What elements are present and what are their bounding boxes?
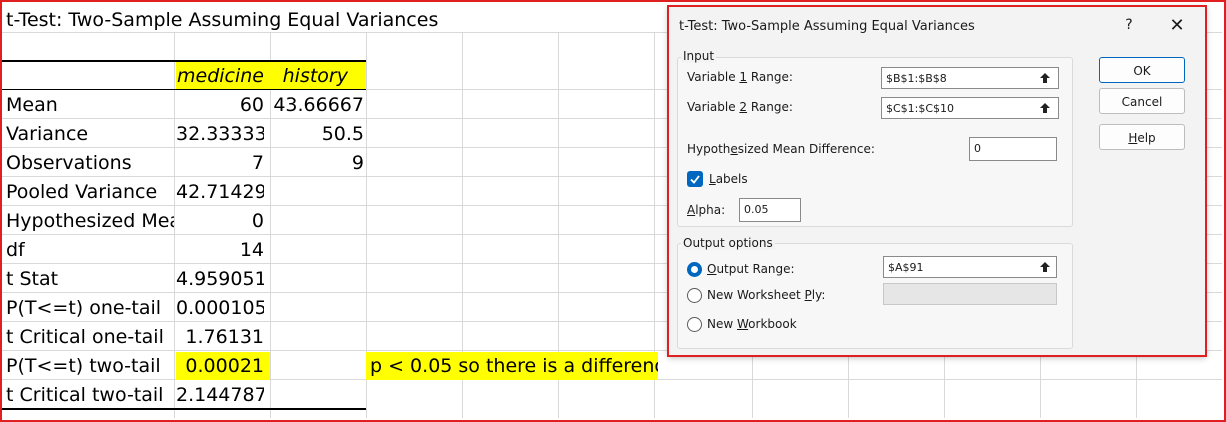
new-worksheet-input[interactable] <box>883 283 1057 305</box>
column-header-medicine[interactable]: medicine <box>176 62 264 90</box>
dialog-title: t-Test: Two-Sample Assuming Equal Varian… <box>679 19 975 34</box>
row-label-t-stat[interactable]: t Stat <box>6 265 174 293</box>
output-range-input[interactable]: $A$91 <box>883 256 1057 278</box>
new-workbook-radio[interactable] <box>687 317 702 332</box>
sheet-title[interactable]: t-Test: Two-Sample Assuming Equal Varian… <box>6 6 438 34</box>
output-range-label[interactable]: Output Range: <box>707 262 795 276</box>
table-bottom-border <box>2 408 366 410</box>
row-label-t-critical-one-tail[interactable]: t Critical one-tail <box>6 323 174 351</box>
ok-button[interactable]: OK <box>1099 57 1185 83</box>
variable1-label: Variable 1 Range: <box>687 70 793 84</box>
cancel-button[interactable]: Cancel <box>1099 88 1185 114</box>
labels-checkbox-label[interactable]: Labels <box>709 172 748 186</box>
cell-observations-medicine[interactable]: 7 <box>176 149 264 177</box>
cell-hypothesized-mean[interactable]: 0 <box>176 207 264 235</box>
cell-p-one-tail[interactable]: 0.000105 <box>176 294 264 322</box>
hyp-mean-label: Hypothesized Mean Difference: <box>687 142 875 156</box>
row-label-pooled-variance[interactable]: Pooled Variance <box>6 178 174 206</box>
cell-variance-medicine[interactable]: 32.33333 <box>176 120 264 148</box>
row-label-observations[interactable]: Observations <box>6 149 174 177</box>
variable1-collapse-icon[interactable] <box>1035 69 1055 87</box>
cell-df[interactable]: 14 <box>176 236 264 264</box>
row-label-hypothesized-mean[interactable]: Hypothesized Mea <box>6 207 174 235</box>
variable2-range-input[interactable]: $C$1:$C$10 <box>881 97 1059 119</box>
variable2-label: Variable 2 Range: <box>687 100 793 114</box>
cell-t-critical-one-tail[interactable]: 1.76131 <box>176 323 264 351</box>
cell-t-stat[interactable]: 4.959051 <box>176 265 264 293</box>
note-cell[interactable]: p < 0.05 so there is a difference <box>370 352 658 380</box>
cell-p-two-tail[interactable]: 0.00021 <box>176 352 264 380</box>
row-label-p-one-tail[interactable]: P(T<=t) one-tail <box>6 294 174 322</box>
row-label-mean[interactable]: Mean <box>6 91 174 119</box>
output-range-collapse-icon[interactable] <box>1035 258 1055 276</box>
labels-checkbox[interactable] <box>687 171 703 187</box>
row-label-df[interactable]: df <box>6 236 174 264</box>
cell-t-critical-two-tail[interactable]: 2.144787 <box>176 381 264 409</box>
cell-mean-medicine[interactable]: 60 <box>176 91 264 119</box>
help-icon[interactable]: ? <box>1119 17 1139 33</box>
header-underline <box>2 89 366 90</box>
new-worksheet-label[interactable]: New Worksheet Ply: <box>707 288 825 302</box>
cell-mean-history[interactable]: 43.66667 <box>272 91 364 119</box>
close-icon[interactable]: ✕ <box>1165 15 1189 36</box>
column-header-history[interactable]: history <box>272 62 348 90</box>
variable1-range-input[interactable]: $B$1:$B$8 <box>881 67 1059 89</box>
alpha-label: Alpha: <box>687 203 726 217</box>
output-range-radio[interactable] <box>687 262 702 277</box>
row-label-p-two-tail[interactable]: P(T<=t) two-tail <box>6 352 174 380</box>
cell-pooled-variance[interactable]: 42.71429 <box>176 178 264 206</box>
help-button[interactable]: Help <box>1099 124 1185 150</box>
row-label-variance[interactable]: Variance <box>6 120 174 148</box>
variable2-collapse-icon[interactable] <box>1035 99 1055 117</box>
new-workbook-label[interactable]: New Workbook <box>707 317 797 331</box>
cell-observations-history[interactable]: 9 <box>272 149 364 177</box>
cell-variance-history[interactable]: 50.5 <box>272 120 364 148</box>
new-worksheet-radio[interactable] <box>687 288 702 303</box>
hyp-mean-input[interactable]: 0 <box>969 137 1057 161</box>
alpha-input[interactable]: 0.05 <box>739 198 801 222</box>
output-group-label: Output options <box>681 236 775 250</box>
ttest-dialog: t-Test: Two-Sample Assuming Equal Varian… <box>667 5 1207 357</box>
input-group-label: Input <box>681 49 717 63</box>
row-label-t-critical-two-tail[interactable]: t Critical two-tail <box>6 381 174 409</box>
